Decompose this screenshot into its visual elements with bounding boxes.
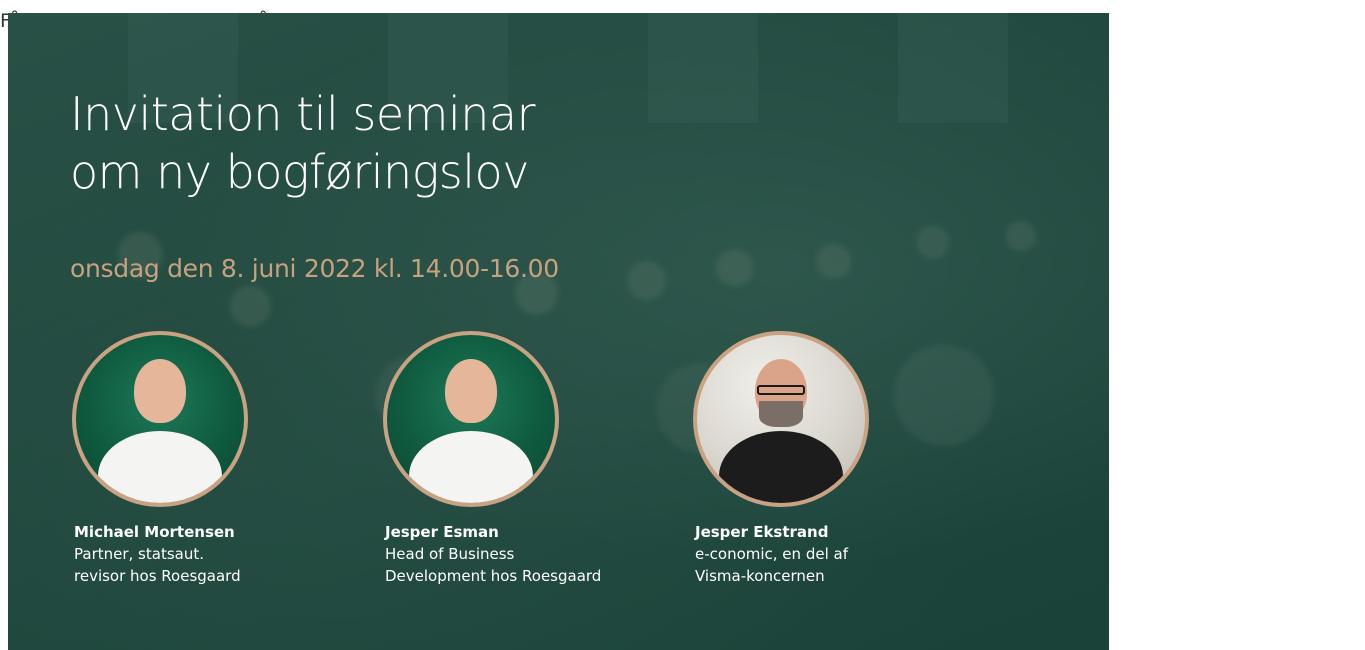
avatar-beard-shape <box>759 401 803 427</box>
speaker-role-line: Partner, statsaut. <box>74 545 204 563</box>
speaker-avatar <box>72 331 248 507</box>
speaker-role-line: revisor hos Roesgaard <box>74 567 241 585</box>
glasses-icon <box>757 385 805 395</box>
title-line-2: om ny bogføringslov <box>70 145 529 199</box>
seminar-date: onsdag den 8. juni 2022 kl. 14.00-16.00 <box>70 254 559 283</box>
avatar-head-shape <box>134 359 186 423</box>
speaker-name: Jesper Ekstrand <box>695 523 829 541</box>
avatar-shirt-shape <box>719 431 843 503</box>
speaker-card: Michael Mortensen Partner, statsaut. rev… <box>72 331 334 587</box>
speaker-avatar <box>693 331 869 507</box>
avatar-shirt-shape <box>98 431 222 503</box>
avatar-head-shape <box>445 359 497 423</box>
seminar-invitation-banner: Invitation til seminar om ny bogføringsl… <box>8 13 1109 650</box>
speaker-name: Michael Mortensen <box>74 523 235 541</box>
avatar-shirt-shape <box>409 431 533 503</box>
title-line-1: Invitation til seminar <box>70 87 536 141</box>
speaker-avatar <box>383 331 559 507</box>
speaker-role-line: e-conomic, en del af <box>695 545 848 563</box>
speaker-card: Jesper Esman Head of Business Developmen… <box>383 331 645 587</box>
seminar-title: Invitation til seminar om ny bogføringsl… <box>70 85 536 201</box>
speaker-name: Jesper Esman <box>385 523 499 541</box>
speaker-role-line: Visma-koncernen <box>695 567 825 585</box>
speaker-role-line: Development hos Roesgaard <box>385 567 602 585</box>
speaker-card: Jesper Ekstrand e-conomic, en del af Vis… <box>693 331 955 587</box>
speaker-role-line: Head of Business <box>385 545 515 563</box>
